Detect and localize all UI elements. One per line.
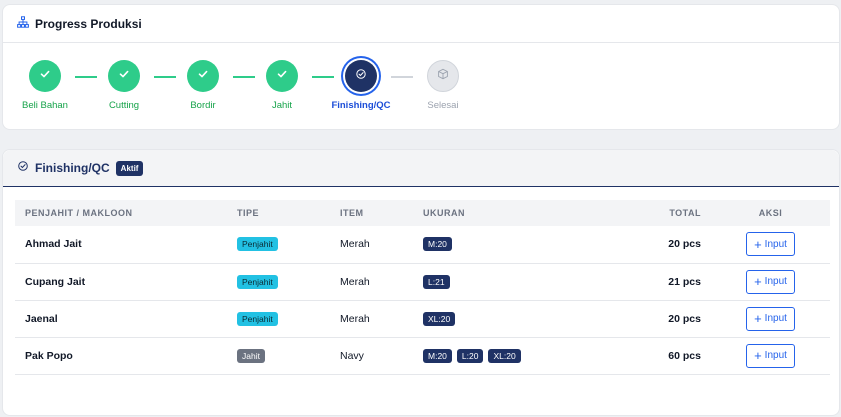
progress-title: Progress Produksi	[35, 16, 142, 31]
step-cutting[interactable]: Cutting	[84, 60, 164, 111]
step-label: Selesai	[427, 100, 459, 111]
stage-card: Finishing/QC Aktif PENJAHIT / MAKLOON TI…	[2, 149, 840, 416]
plus-icon: +	[754, 348, 762, 363]
stage-header: Finishing/QC Aktif	[3, 150, 839, 187]
step-label: Finishing/QC	[331, 100, 391, 111]
size-badge: M:20	[423, 237, 452, 252]
table-row: Cupang Jait Penjahit Merah L:21 21 pcs +…	[15, 263, 830, 301]
table-header-row: PENJAHIT / MAKLOON TIPE ITEM UKURAN TOTA…	[15, 200, 830, 226]
size-badge: M:20	[423, 348, 452, 363]
table-row: Jaenal Penjahit Merah XL:20 20 pcs + Inpu…	[15, 300, 830, 338]
check-icon	[276, 67, 288, 85]
progress-card: Progress Produksi Beli Bahan Cutting Bor…	[2, 4, 840, 130]
col-tipe: TIPE	[227, 200, 330, 226]
item-value: Navy	[330, 337, 413, 375]
tipe-badge: Penjahit	[237, 237, 278, 252]
check-icon	[197, 67, 209, 85]
penjahit-name: Jaenal	[15, 300, 227, 338]
item-value: Merah	[330, 263, 413, 301]
input-button[interactable]: + Input	[746, 306, 795, 331]
col-ukuran: UKURAN	[413, 200, 601, 226]
step-circle	[29, 60, 61, 92]
box-icon	[437, 67, 449, 85]
sitemap-icon	[17, 15, 29, 33]
step-selesai[interactable]: Selesai	[403, 60, 483, 111]
step-label: Bordir	[190, 100, 216, 111]
step-label: Cutting	[108, 100, 140, 111]
step-bordir[interactable]: Bordir	[163, 60, 243, 111]
penjahit-name: Ahmad Jait	[15, 226, 227, 264]
input-button[interactable]: + Input	[746, 269, 795, 294]
col-penjahit: PENJAHIT / MAKLOON	[15, 200, 227, 226]
check-icon	[39, 67, 51, 85]
col-aksi: AKSI	[711, 200, 830, 226]
total-value: 20 pcs	[601, 300, 711, 338]
penjahit-table: PENJAHIT / MAKLOON TIPE ITEM UKURAN TOTA…	[15, 200, 830, 375]
total-value: 20 pcs	[601, 226, 711, 264]
item-value: Merah	[330, 226, 413, 264]
tipe-badge: Penjahit	[237, 311, 278, 326]
size-badge: XL:20	[423, 311, 456, 326]
size-badge: XL:20	[488, 348, 521, 363]
item-value: Merah	[330, 300, 413, 338]
check-circle-icon	[355, 67, 367, 85]
total-value: 21 pcs	[601, 263, 711, 301]
size-badge: L:21	[423, 274, 450, 289]
tipe-badge: Jahit	[237, 348, 265, 363]
step-circle	[187, 60, 219, 92]
check-icon	[118, 67, 130, 85]
step-jahit[interactable]: Jahit	[242, 60, 322, 111]
input-button[interactable]: + Input	[746, 232, 795, 257]
step-finishing-qc[interactable]: Finishing/QC	[321, 60, 401, 111]
step-circle	[427, 60, 459, 92]
step-circle	[345, 60, 377, 92]
step-beli-bahan[interactable]: Beli Bahan	[5, 60, 85, 111]
penjahit-name: Pak Popo	[15, 337, 227, 375]
table-row: Pak Popo Jahit Navy M:20 L:20 XL:20 60 pcs…	[15, 337, 830, 375]
input-button[interactable]: + Input	[746, 343, 795, 368]
stage-title: Finishing/QC	[35, 161, 110, 175]
step-label: Jahit	[271, 100, 293, 111]
col-item: ITEM	[330, 200, 413, 226]
size-badge: L:20	[456, 348, 484, 363]
col-total: TOTAL	[601, 200, 711, 226]
plus-icon: +	[754, 274, 762, 289]
plus-icon: +	[754, 236, 762, 252]
progress-stepper: Beli Bahan Cutting Bordir Jahit Finishin…	[3, 43, 839, 129]
penjahit-name: Cupang Jait	[15, 263, 227, 301]
plus-icon: +	[754, 311, 762, 326]
table-row: Ahmad Jait Penjahit Merah M:20 20 pcs + I…	[15, 226, 830, 264]
step-circle	[108, 60, 140, 92]
step-circle	[266, 60, 298, 92]
total-value: 60 pcs	[601, 337, 711, 375]
status-badge: Aktif	[115, 160, 144, 176]
check-circle-icon	[17, 159, 29, 177]
tipe-badge: Penjahit	[237, 274, 278, 289]
step-label: Beli Bahan	[22, 100, 68, 111]
progress-header: Progress Produksi	[3, 5, 839, 43]
